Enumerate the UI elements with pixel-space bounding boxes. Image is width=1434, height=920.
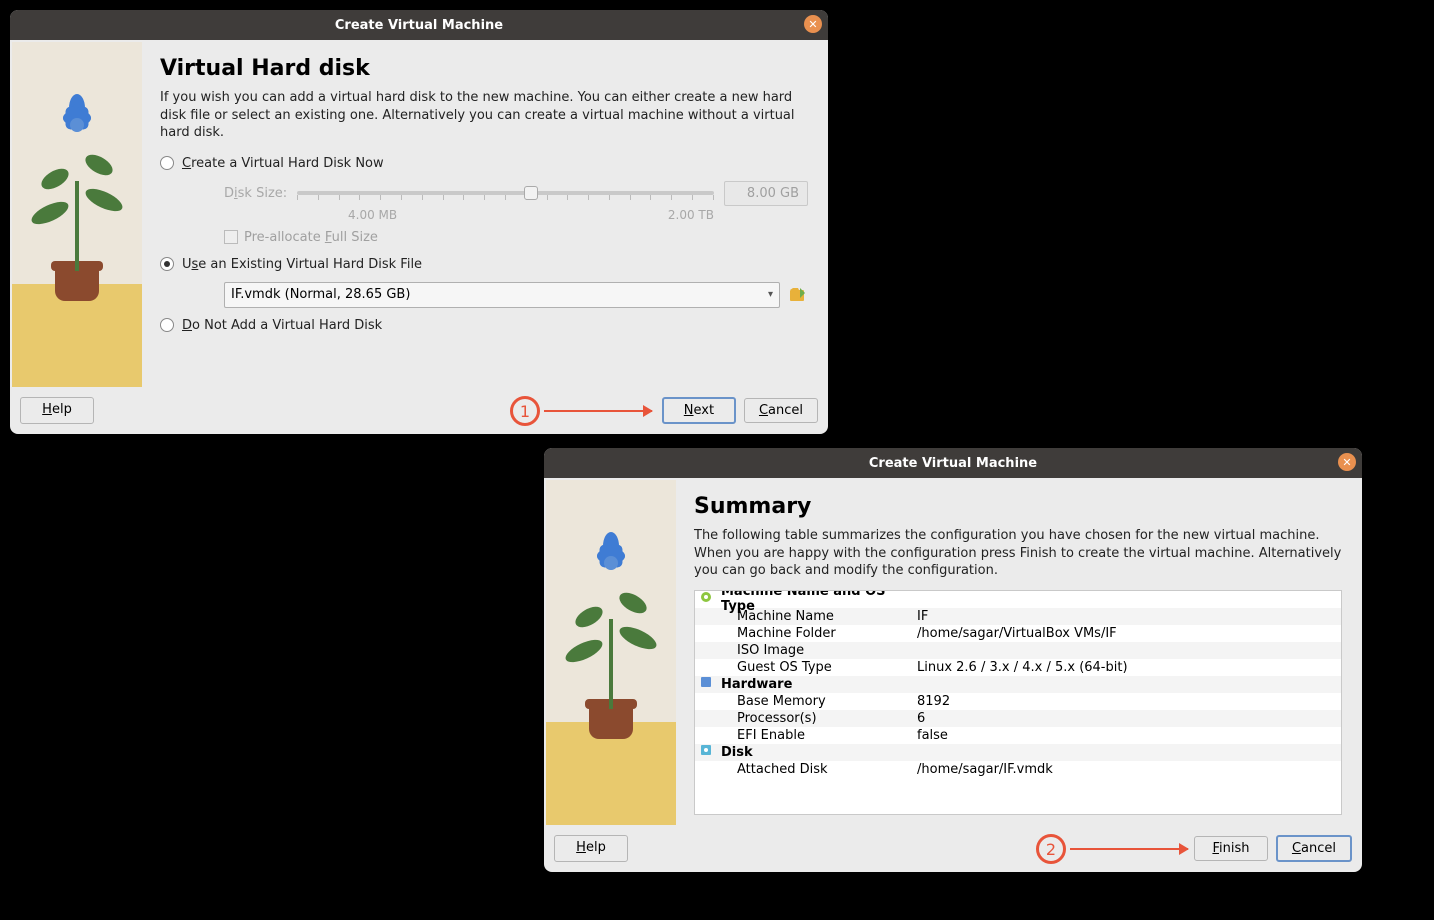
table-row: Machine Name IF <box>695 608 1341 625</box>
table-row: Guest OS Type Linux 2.6 / 3.x / 4.x / 5.… <box>695 659 1341 676</box>
section-disk: Disk <box>695 744 1341 761</box>
arrow-icon <box>1070 848 1188 850</box>
existing-disk-dropdown[interactable]: IF.vmdk (Normal, 28.65 GB) ▾ <box>224 282 780 308</box>
radio-label: Create a Virtual Hard Disk Now <box>182 156 384 171</box>
row-value: 8192 <box>917 694 1341 709</box>
browse-disk-icon[interactable] <box>788 285 808 305</box>
page-title: Summary <box>694 494 1342 519</box>
table-row: EFI Enable false <box>695 727 1341 744</box>
row-value: /home/sagar/VirtualBox VMs/IF <box>917 626 1341 641</box>
disk-size-row: Disk Size: 8.00 GB <box>224 181 808 206</box>
row-value: false <box>917 728 1341 743</box>
help-button[interactable]: Help <box>20 397 94 424</box>
row-key: Machine Name <box>717 609 917 624</box>
table-row: ISO Image <box>695 642 1341 659</box>
slider-min-label: 4.00 MB <box>348 208 397 222</box>
disk-icon <box>695 743 717 761</box>
preallocate-checkbox-row[interactable]: Pre-allocate Full Size <box>224 230 808 245</box>
dialog-summary: Create Virtual Machine ✕ Summary The fol… <box>544 448 1362 872</box>
summary-table: Machine Name and OS Type Machine Name IF… <box>694 590 1342 815</box>
radio-label: Do Not Add a Virtual Hard Disk <box>182 318 382 333</box>
arrow-icon <box>544 410 652 412</box>
window-title: Create Virtual Machine <box>335 18 503 33</box>
radio-icon <box>160 257 174 271</box>
row-value: /home/sagar/IF.vmdk <box>917 762 1341 777</box>
table-row: Machine Folder /home/sagar/VirtualBox VM… <box>695 625 1341 642</box>
slider-max-label: 2.00 TB <box>668 208 714 222</box>
section-name-os: Machine Name and OS Type <box>695 591 1341 608</box>
disk-size-label: Disk Size: <box>224 186 287 201</box>
section-hardware: Hardware <box>695 676 1341 693</box>
table-row: Base Memory 8192 <box>695 693 1341 710</box>
chevron-down-icon: ▾ <box>768 289 773 300</box>
radio-create-disk[interactable]: Create a Virtual Hard Disk Now <box>160 156 808 171</box>
row-key: Machine Folder <box>717 626 917 641</box>
annotation-number: 1 <box>510 396 540 426</box>
page-title: Virtual Hard disk <box>160 56 808 81</box>
next-button[interactable]: Next <box>662 397 736 424</box>
disk-size-slider[interactable] <box>297 181 714 205</box>
row-key: ISO Image <box>717 643 917 658</box>
row-value: Linux 2.6 / 3.x / 4.x / 5.x (64-bit) <box>917 660 1341 675</box>
wizard-illustration <box>12 42 142 387</box>
wizard-main: Virtual Hard disk If you wish you can ad… <box>142 42 826 387</box>
radio-icon <box>160 318 174 332</box>
wizard-illustration <box>546 480 676 825</box>
dialog-footer: Help Next Cancel <box>10 389 828 434</box>
row-key: Guest OS Type <box>717 660 917 675</box>
radio-icon <box>160 156 174 170</box>
disk-size-value[interactable]: 8.00 GB <box>724 181 808 206</box>
gear-icon <box>695 590 717 608</box>
content-area: Virtual Hard disk If you wish you can ad… <box>12 42 826 387</box>
row-key: Processor(s) <box>717 711 917 726</box>
table-row: Processor(s) 6 <box>695 710 1341 727</box>
cancel-button[interactable]: Cancel <box>744 398 818 423</box>
radio-label: Use an Existing Virtual Hard Disk File <box>182 257 422 272</box>
titlebar[interactable]: Create Virtual Machine ✕ <box>544 448 1362 478</box>
page-description: If you wish you can add a virtual hard d… <box>160 89 808 142</box>
row-key: EFI Enable <box>717 728 917 743</box>
dialog-virtual-hard-disk: Create Virtual Machine ✕ Virtual Hard di… <box>10 10 828 434</box>
wizard-main: Summary The following table summarizes t… <box>676 480 1360 825</box>
close-icon[interactable]: ✕ <box>1338 453 1356 471</box>
radio-no-disk[interactable]: Do Not Add a Virtual Hard Disk <box>160 318 808 333</box>
chip-icon <box>695 675 717 693</box>
row-key: Attached Disk <box>717 762 917 777</box>
checkbox-label: Pre-allocate Full Size <box>244 230 378 245</box>
dropdown-value: IF.vmdk (Normal, 28.65 GB) <box>231 287 410 302</box>
window-title: Create Virtual Machine <box>869 456 1037 471</box>
close-icon[interactable]: ✕ <box>804 15 822 33</box>
slider-thumb[interactable] <box>524 186 538 200</box>
page-description: The following table summarizes the confi… <box>694 527 1342 580</box>
row-value: IF <box>917 609 1341 624</box>
dialog-footer: Help Finish Cancel <box>544 827 1362 872</box>
annotation-step-1: 1 <box>510 396 652 426</box>
help-button[interactable]: Help <box>554 835 628 862</box>
titlebar[interactable]: Create Virtual Machine ✕ <box>10 10 828 40</box>
annotation-number: 2 <box>1036 834 1066 864</box>
table-row: Attached Disk /home/sagar/IF.vmdk <box>695 761 1341 778</box>
cancel-button[interactable]: Cancel <box>1276 835 1352 862</box>
checkbox-icon <box>224 230 238 244</box>
row-value: 6 <box>917 711 1341 726</box>
content-area: Summary The following table summarizes t… <box>546 480 1360 825</box>
finish-button[interactable]: Finish <box>1194 836 1268 861</box>
row-key: Base Memory <box>717 694 917 709</box>
radio-use-existing[interactable]: Use an Existing Virtual Hard Disk File <box>160 257 808 272</box>
slider-range-labels: 4.00 MB 2.00 TB <box>348 208 714 222</box>
annotation-step-2: 2 <box>1036 834 1188 864</box>
